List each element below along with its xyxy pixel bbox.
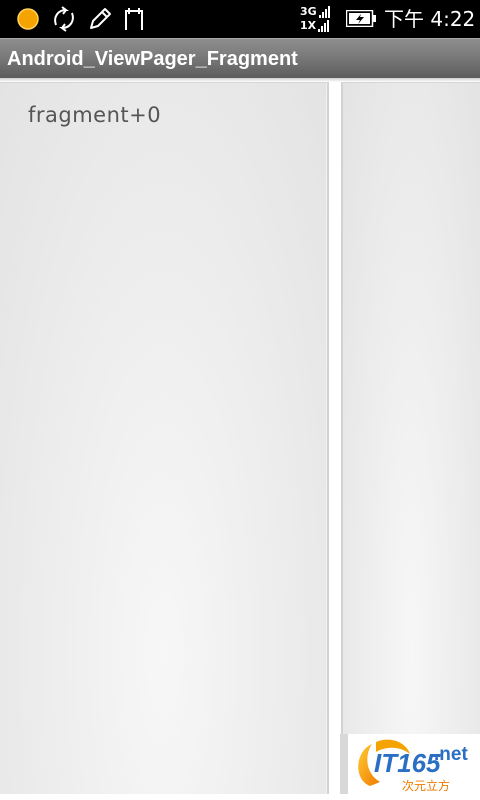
app-title: Android_ViewPager_Fragment xyxy=(7,48,298,70)
notification-dot-icon xyxy=(14,5,42,33)
sync-icon xyxy=(50,5,78,33)
fragment-page-next[interactable] xyxy=(341,82,480,796)
view-pager[interactable]: fragment+0 xyxy=(0,82,480,800)
title-bar: Android_ViewPager_Fragment xyxy=(0,38,480,78)
signal-icon xyxy=(318,6,330,18)
status-bar: 3G 1X 下午 4:22 xyxy=(0,0,480,38)
svg-text:IT165: IT165 xyxy=(374,748,441,778)
battery-charging-icon xyxy=(346,10,376,27)
edit-icon xyxy=(86,5,114,33)
bottom-edge xyxy=(0,794,480,800)
clock: 下午 4:22 xyxy=(384,7,476,31)
watermark-domain: .net xyxy=(434,744,468,765)
network-type-bottom: 1X xyxy=(300,19,317,32)
svg-text:次元立方: 次元立方 xyxy=(402,778,450,793)
fragment-page-current[interactable]: fragment+0 xyxy=(0,82,329,796)
bag-icon xyxy=(120,5,148,33)
fragment-label: fragment+0 xyxy=(28,103,162,127)
watermark-logo: IT165 次元立方 .net xyxy=(340,734,480,794)
signal-icon-2 xyxy=(318,20,330,32)
network-indicator: 3G 1X xyxy=(300,4,334,32)
network-type-top: 3G xyxy=(300,5,317,18)
